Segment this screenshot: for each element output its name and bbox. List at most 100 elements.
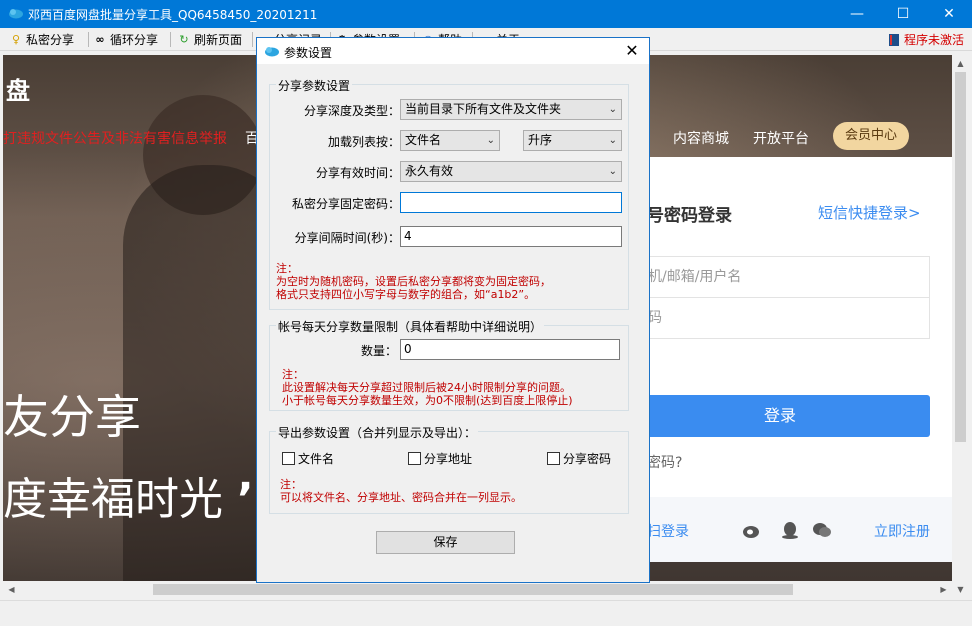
login-card: 号密码登录 短信快捷登录> 机/邮箱/用户名 码 登录 密码? 扫登录 立即注册	[630, 157, 952, 562]
export-share-password-checkbox[interactable]: 分享密码	[547, 450, 611, 467]
toolbar-separator	[88, 32, 89, 47]
dialog-close-button[interactable]: ✕	[619, 40, 645, 62]
scrollbar-thumb[interactable]	[153, 584, 793, 595]
horizontal-scrollbar[interactable]: ◀ ▶	[3, 581, 952, 598]
checkbox-label: 分享密码	[563, 452, 612, 466]
export-params-group: 导出参数设置（合并列显示及导出）： 文件名 分享地址 分享密码 注： 可以将文件…	[269, 424, 629, 514]
scroll-left-icon[interactable]: ◀	[3, 581, 20, 598]
save-button[interactable]: 保存	[376, 531, 515, 554]
qq-icon[interactable]	[780, 521, 800, 539]
hero-headline: 友分享	[3, 390, 141, 444]
depth-select[interactable]: 当前目录下所有文件及文件夹 ⌄	[400, 99, 622, 120]
toolbar-label: 循环分享	[110, 33, 159, 47]
limit-note: 注： 此设置解决每天分享超过限制后被24小时限制分享的问题。 小于帐号每天分享数…	[282, 368, 573, 407]
group-title: 导出参数设置（合并列显示及导出）：	[276, 424, 479, 441]
refresh-icon: ↻	[179, 32, 189, 46]
validity-select[interactable]: 永久有效 ⌄	[400, 161, 622, 182]
nav-item-store[interactable]: 内容商城	[673, 128, 729, 148]
weibo-icon[interactable]	[742, 521, 762, 539]
note-line: 为空时为随机密码，设置后私密分享都将变为固定密码，	[276, 275, 551, 288]
toolbar-separator	[252, 32, 253, 47]
daily-limit-group: 帐号每天分享数量限制（具体看帮助中详细说明） 数量： 0 注： 此设置解决每天分…	[269, 318, 629, 411]
nav-item-open-platform[interactable]: 开放平台	[753, 128, 809, 148]
list-sort-select[interactable]: 文件名 ⌄	[400, 130, 500, 151]
note-line: 注：	[282, 368, 304, 381]
sort-direction-select[interactable]: 升序 ⌄	[523, 130, 622, 151]
activation-status-text: 程序未激活	[903, 33, 964, 47]
scroll-right-icon[interactable]: ▶	[935, 581, 952, 598]
note-line: 注：	[280, 478, 302, 491]
fixed-password-label: 私密分享固定密码：	[291, 197, 400, 211]
vertical-scrollbar[interactable]: ▲ ▼	[952, 55, 969, 598]
share-params-group: 分享参数设置 分享深度及类型： 当前目录下所有文件及文件夹 ⌄ 加载列表按： 文…	[269, 77, 629, 310]
scroll-down-icon[interactable]: ▼	[952, 581, 969, 598]
scrollbar-thumb[interactable]	[955, 72, 966, 442]
note-line: 注：	[276, 262, 298, 275]
key-icon: ♀	[11, 32, 21, 46]
checkbox-box[interactable]	[282, 452, 295, 465]
site-logo[interactable]: 盘	[6, 71, 30, 106]
login-title: 号密码登录	[647, 206, 732, 226]
toolbar-label: 私密分享	[26, 33, 75, 47]
checkbox-box[interactable]	[408, 452, 421, 465]
sms-login-link[interactable]: 短信快捷登录>	[818, 202, 921, 223]
cloud-icon	[9, 9, 23, 19]
private-share-button[interactable]: ♀ 私密分享	[10, 31, 74, 48]
note-line: 小于帐号每天分享数量生效，为0不限制(达到百度上限停止)	[282, 394, 573, 407]
vip-center-button[interactable]: 会员中心	[833, 122, 909, 150]
checkbox-label: 文件名	[298, 452, 335, 466]
status-bar	[0, 600, 972, 626]
note-line: 格式只支持四位小写字母与数字的组合，如“a1b2”。	[276, 288, 536, 301]
login-button[interactable]: 登录	[630, 395, 930, 437]
note-line: 可以将文件名、分享地址、密码合并在一列显示。	[280, 491, 522, 504]
hero-subheadline: 度幸福时光 ’’	[3, 463, 270, 527]
report-notice-link[interactable]: 打违规文件公告及非法有害信息举报	[3, 128, 227, 148]
close-button[interactable]: ✕	[926, 0, 972, 28]
title-bar: 邓西百度网盘批量分享工具_QQ6458450_20201211 — ☐ ✕	[0, 0, 972, 28]
interval-label: 分享间隔时间(秒)：	[294, 231, 400, 245]
loop-share-button[interactable]: ∞ 循环分享	[94, 31, 158, 48]
export-note: 注： 可以将文件名、分享地址、密码合并在一列显示。	[280, 478, 522, 504]
wechat-icon[interactable]	[812, 521, 832, 539]
register-link[interactable]: 立即注册	[874, 521, 930, 541]
hero-subheadline-text: 度幸福时光	[3, 474, 223, 525]
list-order-label: 加载列表按：	[327, 135, 400, 149]
toolbar-label: 刷新页面	[194, 33, 243, 47]
interval-input[interactable]: 4	[400, 226, 622, 247]
username-field[interactable]: 机/邮箱/用户名	[630, 256, 930, 298]
select-value: 升序	[528, 133, 553, 147]
settings-dialog: 参数设置 ✕ 分享参数设置 分享深度及类型： 当前目录下所有文件及文件夹 ⌄ 加…	[256, 37, 650, 583]
password-field[interactable]: 码	[630, 297, 930, 339]
book-icon	[888, 33, 899, 46]
count-label: 数量：	[360, 344, 397, 358]
select-value: 当前目录下所有文件及文件夹	[405, 102, 562, 116]
minimize-button[interactable]: —	[834, 0, 880, 28]
export-share-url-checkbox[interactable]: 分享地址	[408, 450, 472, 467]
forgot-password-link[interactable]: 密码?	[647, 452, 682, 472]
daily-count-input[interactable]: 0	[400, 339, 620, 360]
activation-status[interactable]: 程序未激活	[887, 31, 964, 48]
group-title: 帐号每天分享数量限制（具体看帮助中详细说明）	[276, 318, 545, 335]
toolbar-separator	[170, 32, 171, 47]
cloud-icon	[265, 47, 279, 57]
note-line: 此设置解决每天分享超过限制后被24小时限制分享的问题。	[282, 381, 571, 394]
refresh-page-button[interactable]: ↻ 刷新页面	[178, 31, 242, 48]
chevron-down-icon: ⌄	[608, 166, 617, 177]
fixed-password-input[interactable]	[400, 192, 622, 213]
chevron-down-icon: ⌄	[608, 135, 617, 146]
export-filename-checkbox[interactable]: 文件名	[282, 450, 334, 467]
scroll-up-icon[interactable]: ▲	[952, 55, 969, 72]
window-title: 邓西百度网盘批量分享工具_QQ6458450_20201211	[28, 8, 318, 22]
login-footer: 扫登录 立即注册	[630, 497, 952, 562]
depth-label: 分享深度及类型：	[303, 104, 400, 118]
maximize-button[interactable]: ☐	[880, 0, 926, 28]
infinity-icon: ∞	[95, 32, 105, 46]
dialog-title: 参数设置	[284, 46, 333, 60]
checkbox-box[interactable]	[547, 452, 560, 465]
chevron-down-icon: ⌄	[608, 104, 617, 115]
select-value: 永久有效	[405, 164, 454, 178]
share-note: 注： 为空时为随机密码，设置后私密分享都将变为固定密码， 格式只支持四位小写字母…	[276, 262, 551, 301]
checkbox-label: 分享地址	[424, 452, 473, 466]
qr-login-link[interactable]: 扫登录	[647, 521, 689, 541]
group-title: 分享参数设置	[276, 77, 353, 94]
